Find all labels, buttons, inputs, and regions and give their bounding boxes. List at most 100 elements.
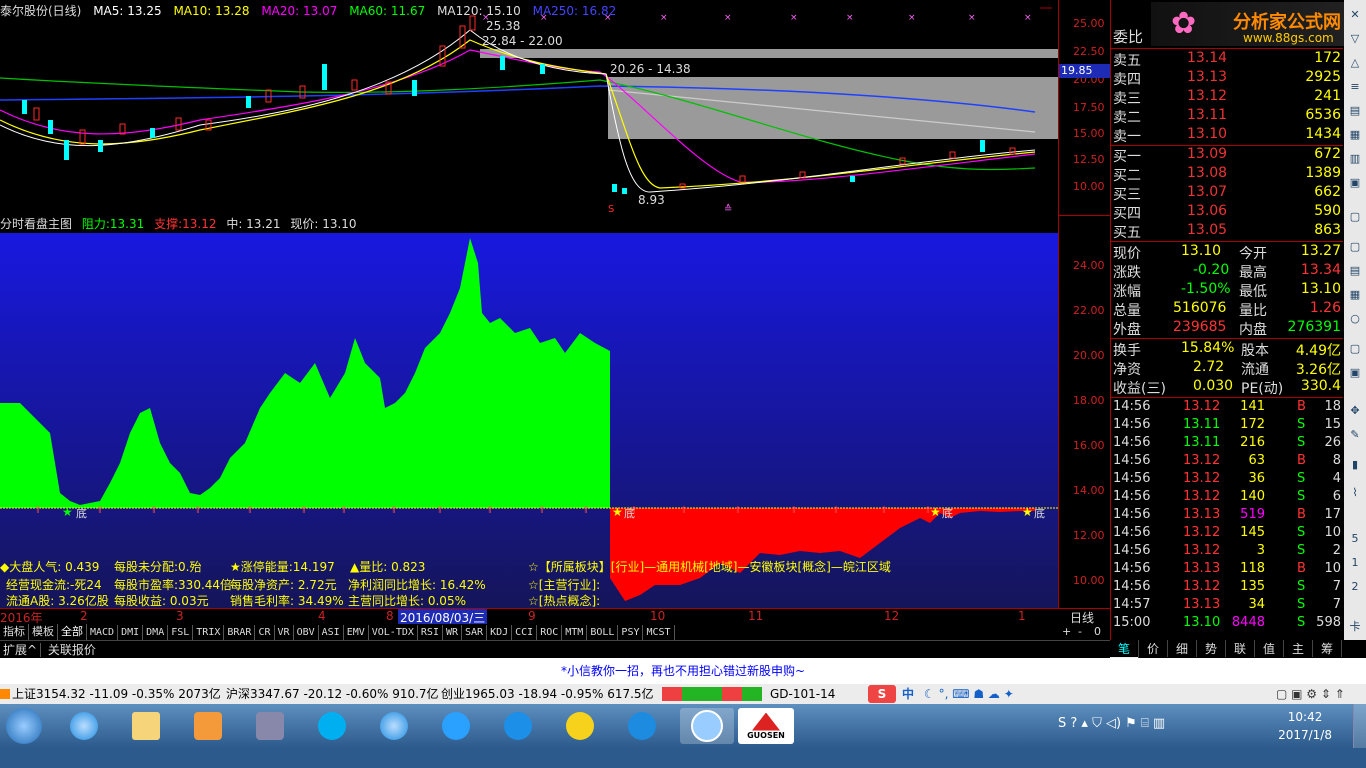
close-icon[interactable]: ✕ <box>1348 8 1362 22</box>
ie-icon[interactable] <box>64 708 104 744</box>
tab-indicator[interactable]: 指标 <box>0 624 29 640</box>
rtab-link[interactable]: 联 <box>1226 640 1255 657</box>
tab-mtm[interactable]: MTM <box>562 625 588 641</box>
sogou-icon[interactable]: S <box>868 685 896 703</box>
arrow-up-icon[interactable]: △ <box>1348 56 1362 70</box>
tab-rsi[interactable]: RSI <box>418 625 443 641</box>
guosen-app[interactable]: GUOSEN <box>738 708 794 744</box>
buy5-vol: 863 <box>1314 222 1341 238</box>
ie2-icon[interactable] <box>374 708 414 744</box>
index-hs[interactable]: 沪深3347.67 -20.12 -0.60% 910.7亿 <box>226 684 439 704</box>
tab-obv[interactable]: OBV <box>294 625 319 641</box>
tab-wr[interactable]: WR <box>443 625 463 641</box>
ime-tools-icon[interactable]: ☾ °, ⌨ ☗ ☁ ✦ <box>924 684 1014 704</box>
player-icon[interactable] <box>498 708 538 744</box>
window-controls-icon[interactable]: ▢ ▣ ⚙ ⇕ ⇑ <box>1276 684 1345 704</box>
sell4-price: 13.13 <box>1187 69 1228 85</box>
move-icon[interactable]: ✥ <box>1348 404 1362 418</box>
trade-volume: 216 <box>1240 435 1265 450</box>
expand-button[interactable]: 扩展^ <box>0 643 42 657</box>
rtab-chips[interactable]: 筹 <box>1313 640 1342 657</box>
trade-list[interactable]: 14:56 13.12 141 B 18 14:56 13.11 172 S 15 14:56 13.… <box>1111 399 1343 637</box>
zoom-in-button[interactable]: + <box>1062 625 1071 638</box>
chart-icon[interactable]: ▤ <box>1348 104 1362 118</box>
bar-icon[interactable]: ▥ <box>1348 152 1362 166</box>
related-quotes-button[interactable]: 关联报价 <box>45 643 99 657</box>
media-icon[interactable] <box>188 708 228 744</box>
tab-dmi[interactable]: DMI <box>118 625 144 641</box>
tab-asi[interactable]: ASI <box>319 625 344 641</box>
window2-icon[interactable]: ▢ <box>1348 240 1362 254</box>
sell5-vol: 172 <box>1314 50 1341 66</box>
index-cy[interactable]: 创业1965.03 -18.94 -0.95% 617.5亿 <box>441 684 654 704</box>
tab-cr[interactable]: CR <box>255 625 275 641</box>
tick-mid-1: 22.00 <box>1073 304 1105 317</box>
start-button[interactable] <box>4 708 44 744</box>
tab-trix[interactable]: TRIX <box>193 625 225 641</box>
tab-template[interactable]: 模板 <box>29 624 58 640</box>
show-desktop-button[interactable] <box>1353 704 1366 748</box>
tab-boll[interactable]: BOLL <box>587 625 619 641</box>
rtab-trend[interactable]: 势 <box>1197 640 1226 657</box>
svg-text:⇑: ⇑ <box>880 506 888 516</box>
zoom-out-button[interactable]: - <box>1078 625 1082 638</box>
line-chart-icon[interactable]: ⌇ <box>1348 486 1362 500</box>
arrow-down-icon[interactable]: ▽ <box>1348 32 1362 46</box>
bar-chart-icon[interactable]: ▮ <box>1348 458 1362 472</box>
browser-icon[interactable] <box>680 708 734 744</box>
tab-all[interactable]: 全部 <box>58 624 87 640</box>
rtab-price[interactable]: 价 <box>1139 640 1168 657</box>
tab-macd[interactable]: MACD <box>87 625 119 641</box>
tab-emv[interactable]: EMV <box>344 625 369 641</box>
trade-price: 13.12 <box>1183 453 1221 468</box>
skype-icon[interactable] <box>312 708 352 744</box>
pen-icon[interactable]: ✎ <box>1348 428 1362 442</box>
tab-vol-tdx[interactable]: VOL-TDX <box>369 625 418 641</box>
circle-icon[interactable]: ○ <box>1348 312 1362 326</box>
window3-icon[interactable]: ▢ <box>1348 342 1362 356</box>
num5-icon[interactable]: 5 <box>1348 532 1362 546</box>
rtab-detail[interactable]: 细 <box>1168 640 1197 657</box>
tool-icon[interactable] <box>250 708 290 744</box>
tab-psy[interactable]: PSY <box>618 625 644 641</box>
box4-icon[interactable]: ▣ <box>1348 366 1362 380</box>
date-m4: 4 <box>318 609 326 623</box>
tab-fsl[interactable]: FSL <box>168 625 194 641</box>
connection-status: GD-101-14 <box>770 687 836 701</box>
buy2-vol: 1389 <box>1305 165 1341 181</box>
tab-sar[interactable]: SAR <box>462 625 488 641</box>
tab-cci[interactable]: CCI <box>512 625 538 641</box>
list-icon[interactable]: ≡ <box>1348 80 1362 94</box>
rtab-value[interactable]: 值 <box>1255 640 1284 657</box>
ie3-icon[interactable] <box>622 708 662 744</box>
num1-icon[interactable]: 1 <box>1348 556 1362 570</box>
music-icon[interactable] <box>560 708 600 744</box>
rtab-trades[interactable]: 笔 <box>1110 640 1139 657</box>
tab-brar[interactable]: BRAR <box>224 625 256 641</box>
rtab-main[interactable]: 主 <box>1284 640 1313 657</box>
tab-dma[interactable]: DMA <box>143 625 169 641</box>
date-m12: 12 <box>884 609 900 623</box>
tab-vr[interactable]: VR <box>275 625 294 641</box>
clock[interactable]: 10:42 2017/1/8 <box>1278 708 1332 744</box>
tab-roc[interactable]: ROC <box>537 625 563 641</box>
folder-icon[interactable] <box>126 708 166 744</box>
marquee-banner[interactable]: *小信教你一招，再也不用担心错过新股申购~ <box>0 658 1366 684</box>
grid-icon[interactable]: ▦ <box>1348 128 1362 142</box>
svg-text:⇑: ⇑ <box>486 506 494 516</box>
tab-kdj[interactable]: KDJ <box>487 625 513 641</box>
toggle-icon[interactable]: 卡 <box>1348 620 1362 634</box>
box2-icon[interactable]: ▤ <box>1348 264 1362 278</box>
window-icon[interactable]: ▢ <box>1348 210 1362 224</box>
box-icon[interactable]: ▣ <box>1348 176 1362 190</box>
reset-button[interactable]: 0 <box>1094 625 1101 638</box>
network-icon[interactable] <box>436 708 476 744</box>
kline-chart[interactable]: × × × × × × × × × × S ≙ 25.38 22.84 - 22.00 20… <box>0 0 1058 215</box>
tab-mcst[interactable]: MCST <box>643 625 675 641</box>
area-chart[interactable]: ⇑ ⇑ ⇑ ⇑ ⇑ ⇑ ⇑ ⇑ ⇑ ⇑ ⇑ ⇑ ⇑ ⇑ ⇑ ⇑ ⇑ ⇑ ⇑ ★ ★ ★ ★ 底 底 底 … <box>0 233 1058 608</box>
ime-mode[interactable]: 中 <box>902 684 914 704</box>
index-sh[interactable]: 上证3154.32 -11.09 -0.35% 2073亿 <box>12 684 221 704</box>
tray-icons[interactable]: S ? ▴ ⛉ ◁) ⚑ ⌸ ▥ <box>1058 716 1165 731</box>
box3-icon[interactable]: ▦ <box>1348 288 1362 302</box>
num2-icon[interactable]: 2 <box>1348 580 1362 594</box>
